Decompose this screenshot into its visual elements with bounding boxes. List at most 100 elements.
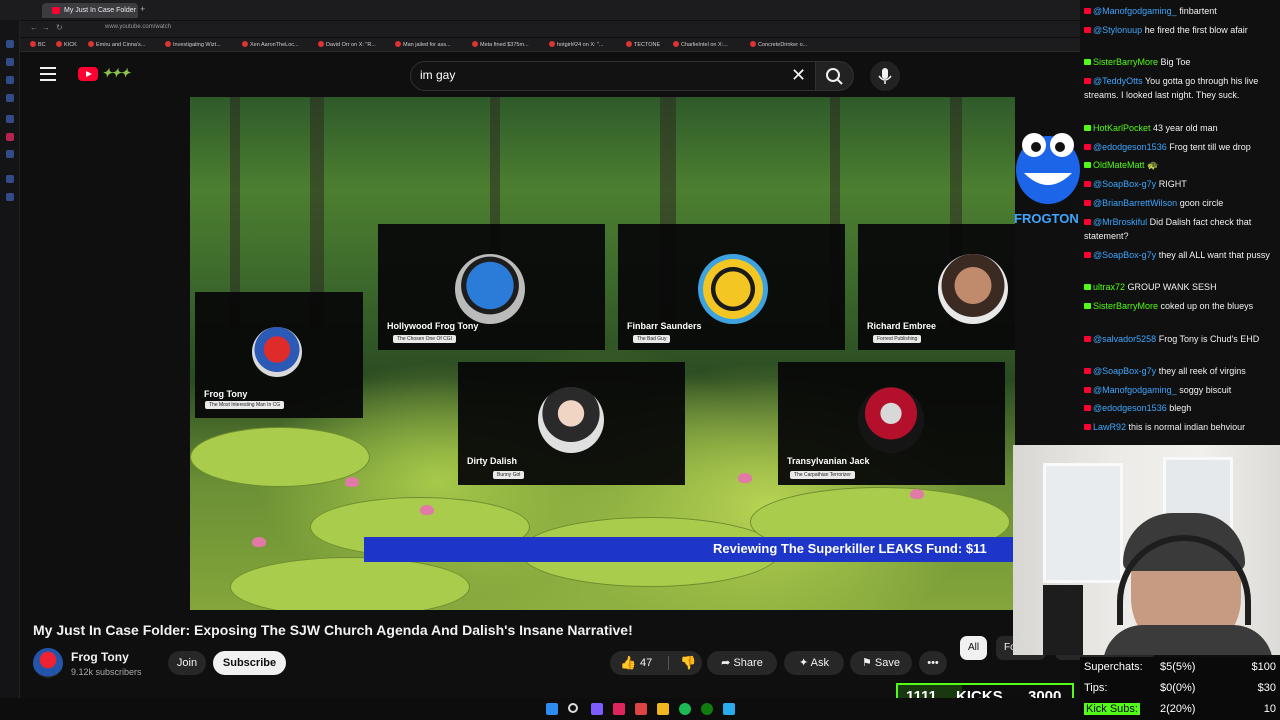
bookmark-item[interactable]: KICK [56, 41, 77, 48]
subscriber-count: 9.12k subscribers [71, 667, 142, 677]
bookmark-item[interactable]: ConcreteDrinker o... [750, 41, 807, 48]
browser-tab-active[interactable]: My Just In Case Folder [42, 3, 138, 18]
xbox-icon[interactable] [701, 703, 713, 715]
bookmark-item[interactable]: David Orr on X: "R... [318, 41, 376, 48]
chat-username[interactable]: @BrianBarrettWilson [1093, 198, 1177, 208]
chat-message: HotKarlPocket 43 year old man [1084, 121, 1276, 135]
channel-name[interactable]: Frog Tony [71, 650, 129, 664]
frog-mascot-icon: FROGTON [1014, 133, 1080, 226]
bookmark-icon [549, 41, 555, 47]
share-button[interactable]: ➦ Share [707, 651, 777, 675]
start-icon[interactable] [546, 703, 558, 715]
os-sidebar [0, 0, 20, 700]
chat-message: @salvador5258 Frog Tony is Chud's EHD [1084, 332, 1276, 346]
chat-text: soggy biscuit [1179, 385, 1232, 395]
chat-text: 43 year old man [1153, 123, 1218, 133]
hamburger-menu-icon[interactable] [40, 67, 56, 81]
chat-username[interactable]: @Manofgodgaming_ [1093, 385, 1177, 395]
sidebar-app-icon[interactable] [6, 40, 14, 48]
chat-username[interactable]: @Stylonuup [1093, 25, 1142, 35]
chat-message: @SoapBox-g7y RIGHT [1084, 177, 1276, 191]
search-input[interactable]: im gay [420, 68, 455, 82]
sidebar-app-icon[interactable] [6, 133, 14, 141]
bookmark-icon [395, 41, 401, 47]
folder-icon[interactable] [657, 703, 669, 715]
telegram-icon[interactable] [723, 703, 735, 715]
chat-text: Big Toe [1160, 57, 1191, 67]
app-icon[interactable] [613, 703, 625, 715]
sidebar-app-icon[interactable] [6, 76, 14, 84]
chat-username[interactable]: @edodgeson1536 [1093, 142, 1167, 152]
chat-username[interactable]: LawR92 [1093, 422, 1126, 432]
bookmark-item[interactable]: Xen AaronTheLoc... [242, 41, 299, 48]
sidebar-app-icon[interactable] [6, 115, 14, 123]
bookmark-item[interactable]: Investigating Wizt... [165, 41, 221, 48]
card-tag: Forrest Publishing [873, 335, 922, 343]
bookmark-item[interactable]: hotgirl#24 on X: "... [549, 41, 604, 48]
avatar [455, 254, 525, 324]
bookmark-icon [318, 41, 324, 47]
sidebar-app-icon[interactable] [6, 150, 14, 158]
youtube-logo-icon[interactable] [78, 67, 98, 81]
chat-username[interactable]: @SoapBox-g7y [1093, 366, 1156, 376]
like-count[interactable]: 47 [640, 651, 652, 675]
voice-search-button[interactable] [870, 61, 900, 91]
search-icon[interactable] [568, 703, 578, 713]
card-tag: The Most Interesting Man In CG [205, 401, 285, 409]
chat-username[interactable]: @salvador5258 [1093, 334, 1156, 344]
sidebar-app-icon[interactable] [6, 193, 14, 201]
chat-username[interactable]: HotKarlPocket [1093, 123, 1151, 133]
address-bar[interactable] [20, 21, 1080, 37]
sidebar-app-icon[interactable] [6, 94, 14, 102]
new-tab-button[interactable]: + [140, 4, 145, 14]
search-button[interactable] [816, 61, 854, 91]
chat-username[interactable]: @Manofgodgaming_ [1093, 6, 1177, 16]
chat-username[interactable]: @TeddyOtts [1093, 76, 1143, 86]
youtube-doodle-logo[interactable]: ✦✦✦ [102, 66, 130, 80]
spotify-icon[interactable] [679, 703, 691, 715]
chat-text: coked up on the blueys [1160, 301, 1254, 311]
bookmark-item[interactable]: Man jailed for ass... [395, 41, 451, 48]
app-icon[interactable] [591, 703, 603, 715]
chat-username[interactable]: OldMateMatt [1093, 160, 1145, 170]
youtube-platform-icon [1084, 8, 1091, 14]
character-card: Richard Embree Forrest Publishing [858, 224, 1015, 350]
chat-username[interactable]: @SoapBox-g7y [1093, 179, 1156, 189]
bookmark-item[interactable]: Meta fined $375m... [472, 41, 529, 48]
chat-username[interactable]: @edodgeson1536 [1093, 403, 1167, 413]
forward-arrow-icon[interactable]: → [42, 23, 50, 32]
chat-username[interactable]: @MrBroskiful [1093, 217, 1147, 227]
chat-text: goon circle [1179, 198, 1224, 208]
back-arrow-icon[interactable]: ← [30, 23, 38, 32]
video-player[interactable]: Hollywood Frog Tony The Chosen One Of CG… [190, 97, 1015, 610]
clear-search-icon[interactable]: ✕ [791, 65, 806, 86]
chat-username[interactable]: SisterBarryMore [1093, 57, 1158, 67]
chat-username[interactable]: SisterBarryMore [1093, 301, 1158, 311]
save-button[interactable]: ⚑ Save [850, 651, 912, 675]
join-button[interactable]: Join [168, 651, 206, 675]
sidebar-app-icon[interactable] [6, 175, 14, 183]
chat-username[interactable]: @SoapBox-g7y [1093, 250, 1156, 260]
bookmark-item[interactable]: CharlieIntel on X:... [673, 41, 728, 48]
chat-text: blegh [1169, 403, 1192, 413]
reload-icon[interactable]: ↻ [56, 23, 63, 32]
more-actions-button[interactable]: ••• [919, 651, 947, 675]
youtube-favicon-icon [52, 7, 60, 14]
youtube-platform-icon [1084, 181, 1091, 187]
bookmark-item[interactable]: BC [30, 41, 46, 48]
bookmark-item[interactable]: TECTONE [626, 41, 660, 48]
youtube-platform-icon [1084, 144, 1091, 150]
chip-all[interactable]: All [960, 636, 988, 660]
chrome-icon[interactable] [635, 703, 647, 715]
like-icon[interactable]: 👍 [620, 651, 636, 675]
url-text[interactable]: www.youtube.com/watch [105, 24, 171, 30]
search-box[interactable] [410, 61, 816, 91]
chat-username[interactable]: ultrax72 [1093, 282, 1125, 292]
bookmark-item[interactable]: Emiru and Cinna's... [88, 41, 145, 48]
ask-button[interactable]: ✦ Ask [784, 651, 844, 675]
youtube-platform-icon [1084, 424, 1091, 430]
sidebar-app-icon[interactable] [6, 58, 14, 66]
subscribe-button[interactable]: Subscribe [213, 651, 286, 675]
dislike-icon[interactable]: 👎 [680, 651, 696, 675]
channel-avatar[interactable] [33, 648, 63, 678]
